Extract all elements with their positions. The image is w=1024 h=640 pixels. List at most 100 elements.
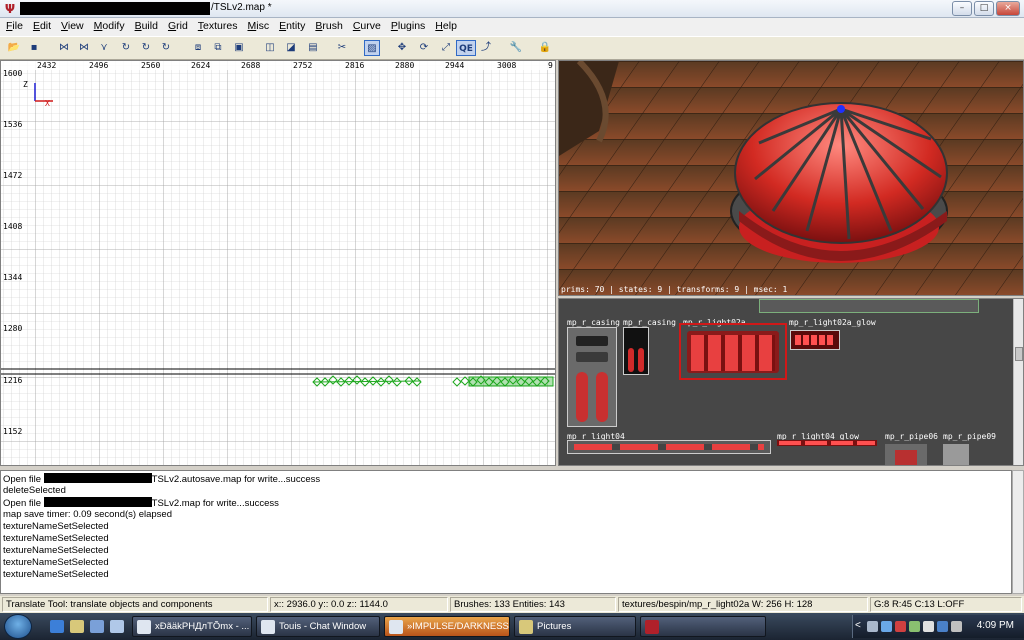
texture-tile-light02a-glow[interactable] <box>790 330 840 350</box>
rotate-z-icon[interactable]: ↻ <box>158 40 174 56</box>
chat-icon <box>261 620 275 634</box>
select-inside-icon[interactable]: ▣ <box>231 40 247 56</box>
make-hollow-icon[interactable]: ▤ <box>305 40 321 56</box>
switch-windows-icon[interactable] <box>110 620 124 633</box>
menu-modify[interactable]: Modify <box>88 18 129 36</box>
console-log: Open file TSLv2.autosave.map for write..… <box>0 470 1012 594</box>
top-tick: 2624 <box>191 61 211 70</box>
console-line: textureNameSetSelected <box>3 521 109 532</box>
texture-label: mp_r_casing <box>623 318 676 327</box>
clipper-icon[interactable]: ✂ <box>334 40 350 56</box>
left-tick: 1344 <box>3 273 23 282</box>
ie-icon[interactable] <box>50 620 64 633</box>
open-icon[interactable]: 📂 <box>6 40 22 56</box>
texture-scrollbar[interactable] <box>1013 299 1023 465</box>
left-tick: 1408 <box>3 222 23 231</box>
flip-y-icon[interactable]: ⋈ <box>76 40 92 56</box>
taskbar: xĐãäkPHДлTÕmx - ... Touis - Chat Window … <box>0 613 1024 640</box>
redacted-path <box>20 2 210 15</box>
texture-tile-pipe09[interactable] <box>943 444 969 465</box>
save-icon[interactable]: ▪ <box>26 40 42 56</box>
menu-curve[interactable]: Curve <box>347 18 385 36</box>
texture-scroll-thumb[interactable] <box>1015 347 1023 361</box>
translate-icon[interactable]: ✥ <box>394 40 410 56</box>
texture-tile-light04-glow[interactable] <box>777 440 877 446</box>
menu-plugins[interactable]: Plugins <box>385 18 429 36</box>
tray-icon[interactable] <box>909 621 920 632</box>
task-button[interactable]: Touis - Chat Window <box>256 616 380 637</box>
menu-bar: File Edit View Modify Build Grid Texture… <box>0 18 1024 36</box>
tray-expand-icon[interactable]: < <box>855 620 861 631</box>
camera-viewport[interactable]: prims: 70 | states: 9 | transforms: 9 | … <box>558 60 1024 296</box>
start-button[interactable] <box>4 614 32 639</box>
top-tick: 2752 <box>293 61 313 70</box>
select-complete-tall-icon[interactable]: ⧈ <box>190 40 206 56</box>
status-counts: Brushes: 133 Entities: 143 <box>450 597 616 612</box>
tray-icon[interactable] <box>881 621 892 632</box>
rotate-y-icon[interactable]: ↻ <box>138 40 154 56</box>
camera-view-icon[interactable]: ▨ <box>364 40 380 56</box>
menu-entity[interactable]: Entity <box>273 18 309 36</box>
task-button-radiant[interactable] <box>640 616 766 637</box>
rotate-x-icon[interactable]: ↻ <box>118 40 134 56</box>
menu-misc[interactable]: Misc <box>241 18 273 36</box>
left-tick: 1472 <box>3 171 23 180</box>
clock[interactable]: 4:09 PM <box>977 620 1014 631</box>
menu-textures[interactable]: Textures <box>192 18 242 36</box>
volume-icon[interactable] <box>951 621 962 632</box>
grid-viewport-xz[interactable]: Z X 2432 2496 2560 2624 2688 2752 2816 2… <box>0 60 556 466</box>
top-tick: 2880 <box>395 61 415 70</box>
app-icon <box>137 620 151 634</box>
top-tick: 2560 <box>141 61 161 70</box>
flip-z-icon[interactable]: ⋎ <box>96 40 112 56</box>
menu-grid[interactable]: Grid <box>162 18 192 36</box>
minimize-button[interactable]: – <box>952 1 972 16</box>
texture-tile-casing[interactable] <box>567 327 617 427</box>
plugin-icon[interactable]: 🔒 <box>537 40 553 56</box>
close-button[interactable]: × <box>996 1 1020 16</box>
console-scrollbar[interactable] <box>1012 470 1024 594</box>
menu-build[interactable]: Build <box>129 18 162 36</box>
texture-lock-icon[interactable]: 🔧 <box>508 40 524 56</box>
show-desktop-icon[interactable] <box>90 620 104 633</box>
tray-icon[interactable] <box>867 621 878 632</box>
menu-file[interactable]: File <box>0 18 27 36</box>
flip-x-icon[interactable]: ⋈ <box>56 40 72 56</box>
status-grid: G:8 R:45 C:13 L:OFF <box>870 597 1022 612</box>
toolbar: 📂 ▪ ⋈ ⋈ ⋎ ↻ ↻ ↻ ⧈ ⧉ ▣ ◫ ◪ ▤ ✂ ▨ ✥ ⟳ ⤢ QE… <box>0 36 1024 60</box>
menu-edit[interactable]: Edit <box>27 18 55 36</box>
maximize-button[interactable]: □ <box>974 1 994 16</box>
drag-vertices-icon[interactable]: ⤴ <box>478 40 494 56</box>
texture-browser[interactable]: mp_r_casing mp_r_casing mp_r_light02a mp… <box>558 298 1024 466</box>
window-title: /TSLv2.map * <box>211 2 272 13</box>
task-button-active[interactable]: »IMPULSE/DARKNESS«... <box>384 616 510 637</box>
chat-icon <box>389 620 403 634</box>
scale-icon[interactable]: ⤢ <box>438 40 454 56</box>
menu-brush[interactable]: Brush <box>309 18 346 36</box>
console-line: map save timer: 0.09 second(s) elapsed <box>3 509 172 520</box>
texture-label: mp_r_casing <box>567 318 620 327</box>
menu-view[interactable]: View <box>55 18 88 36</box>
menu-help[interactable]: Help <box>429 18 461 36</box>
folder-icon[interactable] <box>70 620 84 633</box>
qe-mode-icon[interactable]: QE <box>456 40 476 56</box>
folder-icon <box>519 620 533 634</box>
select-touching-icon[interactable]: ⧉ <box>210 40 226 56</box>
texture-tile-light02a-selected[interactable] <box>679 323 787 380</box>
system-tray: < 4:09 PM <box>852 615 1024 638</box>
app-window: Ψ /TSLv2.map * – □ × File Edit View Modi… <box>0 0 1024 640</box>
texture-tile-light04[interactable] <box>567 440 771 454</box>
csg-subtract-icon[interactable]: ◫ <box>262 40 278 56</box>
tray-icon[interactable] <box>895 621 906 632</box>
task-button[interactable]: xĐãäkPHДлTÕmx - ... <box>132 616 252 637</box>
status-tool: Translate Tool: translate objects and co… <box>2 597 268 612</box>
rotate-icon[interactable]: ⟳ <box>416 40 432 56</box>
texture-strip-top[interactable] <box>759 299 979 313</box>
task-button[interactable]: Pictures <box>514 616 636 637</box>
texture-tile-pipe06[interactable] <box>885 444 927 465</box>
top-tick: 2944 <box>445 61 465 70</box>
texture-tile-casing-b[interactable] <box>623 327 649 375</box>
tray-icon[interactable] <box>923 621 934 632</box>
network-icon[interactable] <box>937 621 948 632</box>
csg-merge-icon[interactable]: ◪ <box>283 40 299 56</box>
